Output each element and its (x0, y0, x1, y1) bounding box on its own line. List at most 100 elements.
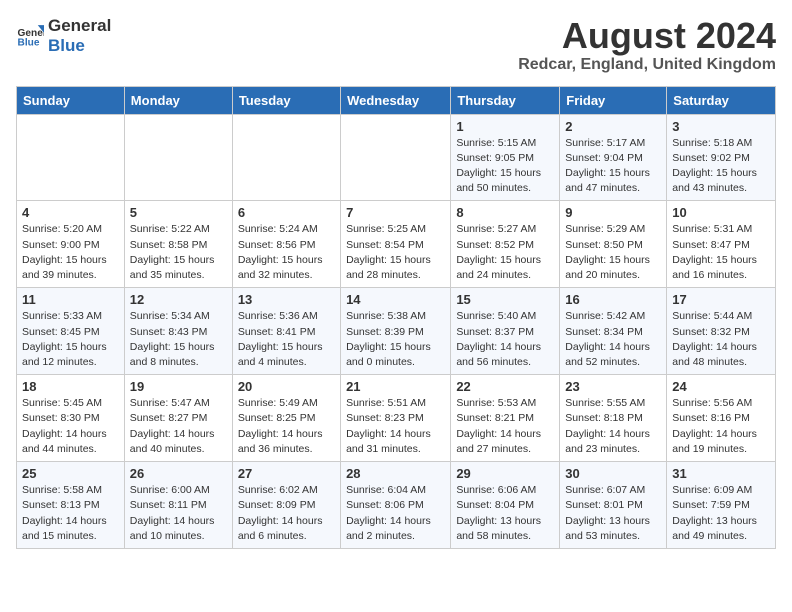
day-info: Sunrise: 5:40 AM Sunset: 8:37 PM Dayligh… (456, 309, 554, 370)
week-row-5: 25 Sunrise: 5:58 AM Sunset: 8:13 PM Dayli… (17, 462, 776, 549)
day-number: 4 (22, 205, 119, 220)
day-info: Sunrise: 5:58 AM Sunset: 8:13 PM Dayligh… (22, 483, 119, 544)
day-info: Sunrise: 5:17 AM Sunset: 9:04 PM Dayligh… (565, 136, 661, 197)
day-number: 14 (346, 292, 445, 307)
calendar-cell: 15 Sunrise: 5:40 AM Sunset: 8:37 PM Dayli… (451, 288, 560, 375)
day-number: 21 (346, 379, 445, 394)
day-number: 26 (130, 466, 227, 481)
calendar-cell: 9 Sunrise: 5:29 AM Sunset: 8:50 PM Daylig… (560, 201, 667, 288)
calendar-cell: 8Sunrise: 5:27 AM Sunset: 8:52 PM Daylig… (451, 201, 560, 288)
day-header-row: SundayMondayTuesdayWednesdayThursdayFrid… (17, 86, 776, 114)
calendar-cell: 14 Sunrise: 5:38 AM Sunset: 8:39 PM Dayli… (341, 288, 451, 375)
day-info: Sunrise: 5:33 AM Sunset: 8:45 PM Dayligh… (22, 309, 119, 370)
calendar-cell: 16 Sunrise: 5:42 AM Sunset: 8:34 PM Dayli… (560, 288, 667, 375)
day-info: Sunrise: 5:31 AM Sunset: 8:47 PM Dayligh… (672, 222, 770, 283)
day-number: 16 (565, 292, 661, 307)
calendar-cell: 4 Sunrise: 5:20 AM Sunset: 9:00 PM Daylig… (17, 201, 125, 288)
day-number: 15 (456, 292, 554, 307)
day-number: 13 (238, 292, 335, 307)
day-number: 6 (238, 205, 335, 220)
day-info: Sunrise: 5:24 AM Sunset: 8:56 PM Dayligh… (238, 222, 335, 283)
calendar-cell (341, 114, 451, 201)
week-row-3: 11 Sunrise: 5:33 AM Sunset: 8:45 PM Dayli… (17, 288, 776, 375)
day-info: Sunrise: 6:00 AM Sunset: 8:11 PM Dayligh… (130, 483, 227, 544)
logo: General Blue General Blue (16, 16, 111, 57)
day-number: 11 (22, 292, 119, 307)
day-info: Sunrise: 5:20 AM Sunset: 9:00 PM Dayligh… (22, 222, 119, 283)
month-title: August 2024 (518, 16, 776, 56)
day-number: 9 (565, 205, 661, 220)
day-info: Sunrise: 5:36 AM Sunset: 8:41 PM Dayligh… (238, 309, 335, 370)
day-info: Sunrise: 5:56 AM Sunset: 8:16 PM Dayligh… (672, 396, 770, 457)
day-number: 22 (456, 379, 554, 394)
day-info: Sunrise: 5:49 AM Sunset: 8:25 PM Dayligh… (238, 396, 335, 457)
day-info: Sunrise: 5:51 AM Sunset: 8:23 PM Dayligh… (346, 396, 445, 457)
calendar-cell: 31Sunrise: 6:09 AM Sunset: 7:59 PM Dayli… (667, 462, 776, 549)
day-number: 30 (565, 466, 661, 481)
logo-general-text: General (48, 16, 111, 36)
day-number: 1 (456, 119, 554, 134)
day-info: Sunrise: 5:22 AM Sunset: 8:58 PM Dayligh… (130, 222, 227, 283)
column-header-friday: Friday (560, 86, 667, 114)
calendar-cell (17, 114, 125, 201)
day-number: 5 (130, 205, 227, 220)
calendar-cell: 24 Sunrise: 5:56 AM Sunset: 8:16 PM Dayli… (667, 375, 776, 462)
column-header-monday: Monday (124, 86, 232, 114)
day-number: 7 (346, 205, 445, 220)
title-area: August 2024 Redcar, England, United King… (518, 16, 776, 74)
day-number: 29 (456, 466, 554, 481)
calendar-cell: 5 Sunrise: 5:22 AM Sunset: 8:58 PM Daylig… (124, 201, 232, 288)
day-number: 25 (22, 466, 119, 481)
day-info: Sunrise: 5:42 AM Sunset: 8:34 PM Dayligh… (565, 309, 661, 370)
week-row-2: 4 Sunrise: 5:20 AM Sunset: 9:00 PM Daylig… (17, 201, 776, 288)
calendar-cell: 1 Sunrise: 5:15 AM Sunset: 9:05 PM Daylig… (451, 114, 560, 201)
calendar-cell: 19 Sunrise: 5:47 AM Sunset: 8:27 PM Dayli… (124, 375, 232, 462)
calendar-cell: 26 Sunrise: 6:00 AM Sunset: 8:11 PM Dayli… (124, 462, 232, 549)
calendar-cell: 21 Sunrise: 5:51 AM Sunset: 8:23 PM Dayli… (341, 375, 451, 462)
day-number: 12 (130, 292, 227, 307)
day-number: 18 (22, 379, 119, 394)
calendar-cell: 22 Sunrise: 5:53 AM Sunset: 8:21 PM Dayli… (451, 375, 560, 462)
day-info: Sunrise: 5:15 AM Sunset: 9:05 PM Dayligh… (456, 136, 554, 197)
day-info: Sunrise: 5:55 AM Sunset: 8:18 PM Dayligh… (565, 396, 661, 457)
column-header-tuesday: Tuesday (232, 86, 340, 114)
calendar-cell: 29 Sunrise: 6:06 AM Sunset: 8:04 PM Dayli… (451, 462, 560, 549)
day-number: 3 (672, 119, 770, 134)
calendar-cell: 6 Sunrise: 5:24 AM Sunset: 8:56 PM Daylig… (232, 201, 340, 288)
calendar-cell: 25 Sunrise: 5:58 AM Sunset: 8:13 PM Dayli… (17, 462, 125, 549)
day-number: 19 (130, 379, 227, 394)
day-info: Sunrise: 6:06 AM Sunset: 8:04 PM Dayligh… (456, 483, 554, 544)
calendar-cell: 23 Sunrise: 5:55 AM Sunset: 8:18 PM Dayli… (560, 375, 667, 462)
calendar-cell: 20Sunrise: 5:49 AM Sunset: 8:25 PM Dayli… (232, 375, 340, 462)
week-row-1: 1 Sunrise: 5:15 AM Sunset: 9:05 PM Daylig… (17, 114, 776, 201)
calendar-cell (232, 114, 340, 201)
calendar-cell: 27 Sunrise: 6:02 AM Sunset: 8:09 PM Dayli… (232, 462, 340, 549)
logo-icon: General Blue (16, 22, 44, 50)
day-info: Sunrise: 6:02 AM Sunset: 8:09 PM Dayligh… (238, 483, 335, 544)
week-row-4: 18Sunrise: 5:45 AM Sunset: 8:30 PM Dayli… (17, 375, 776, 462)
calendar-cell: 18Sunrise: 5:45 AM Sunset: 8:30 PM Dayli… (17, 375, 125, 462)
day-info: Sunrise: 5:47 AM Sunset: 8:27 PM Dayligh… (130, 396, 227, 457)
location-title: Redcar, England, United Kingdom (518, 56, 776, 74)
day-info: Sunrise: 5:38 AM Sunset: 8:39 PM Dayligh… (346, 309, 445, 370)
day-info: Sunrise: 6:04 AM Sunset: 8:06 PM Dayligh… (346, 483, 445, 544)
calendar-cell (124, 114, 232, 201)
calendar-table: SundayMondayTuesdayWednesdayThursdayFrid… (16, 86, 776, 549)
day-info: Sunrise: 5:18 AM Sunset: 9:02 PM Dayligh… (672, 136, 770, 197)
calendar-cell: 3 Sunrise: 5:18 AM Sunset: 9:02 PM Daylig… (667, 114, 776, 201)
day-number: 17 (672, 292, 770, 307)
calendar-cell: 13 Sunrise: 5:36 AM Sunset: 8:41 PM Dayli… (232, 288, 340, 375)
day-number: 24 (672, 379, 770, 394)
day-number: 27 (238, 466, 335, 481)
day-info: Sunrise: 5:53 AM Sunset: 8:21 PM Dayligh… (456, 396, 554, 457)
calendar-cell: 11 Sunrise: 5:33 AM Sunset: 8:45 PM Dayli… (17, 288, 125, 375)
column-header-sunday: Sunday (17, 86, 125, 114)
day-info: Sunrise: 5:34 AM Sunset: 8:43 PM Dayligh… (130, 309, 227, 370)
logo-blue-text: Blue (48, 36, 111, 56)
day-info: Sunrise: 5:27 AM Sunset: 8:52 PM Dayligh… (456, 222, 554, 283)
svg-text:Blue: Blue (18, 38, 40, 49)
day-number: 23 (565, 379, 661, 394)
day-info: Sunrise: 5:29 AM Sunset: 8:50 PM Dayligh… (565, 222, 661, 283)
calendar-cell: 12 Sunrise: 5:34 AM Sunset: 8:43 PM Dayli… (124, 288, 232, 375)
day-info: Sunrise: 5:44 AM Sunset: 8:32 PM Dayligh… (672, 309, 770, 370)
